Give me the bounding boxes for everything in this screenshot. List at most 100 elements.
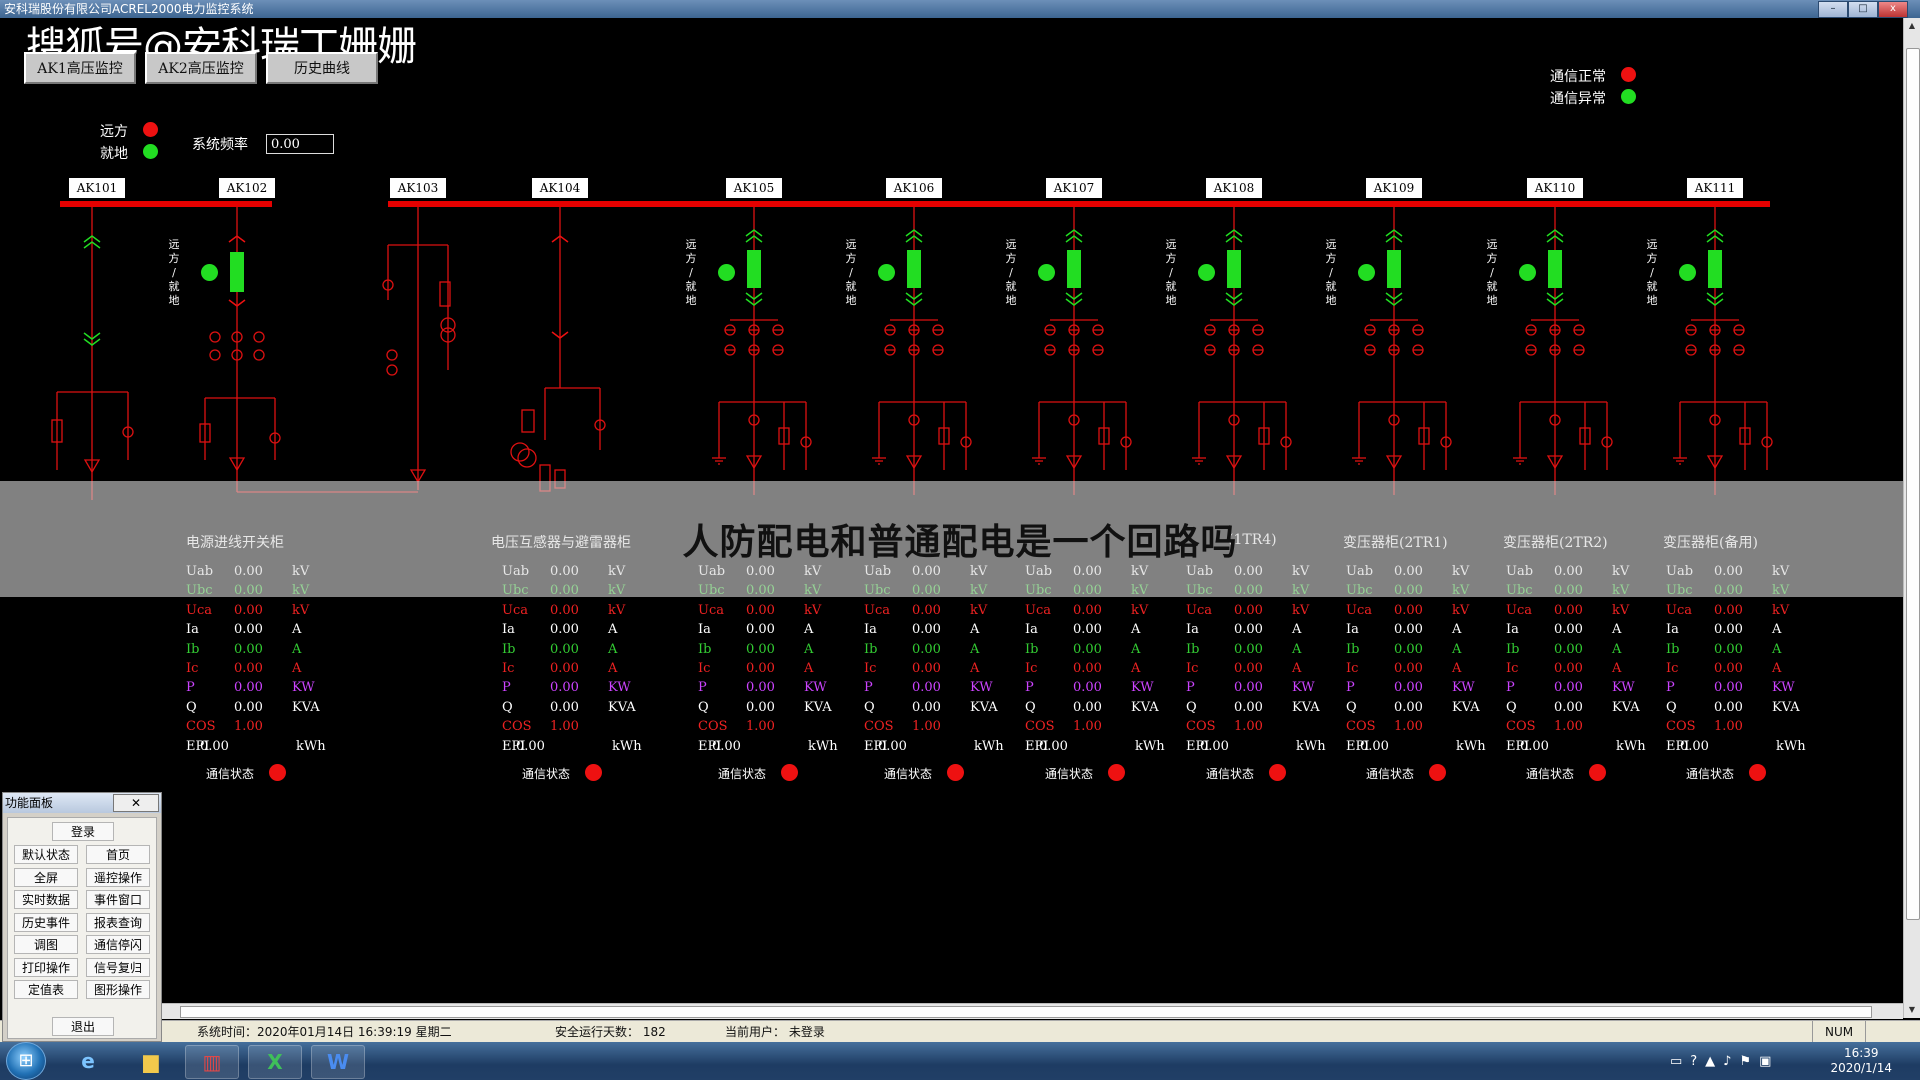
measure-unit: A <box>1452 622 1462 638</box>
measure-label: Ib <box>1506 641 1520 657</box>
horizontal-scrollbar[interactable] <box>160 1003 1903 1019</box>
cabinet-label-ak111[interactable]: AK111 <box>1687 178 1743 198</box>
scroll-up-icon[interactable]: ▲ <box>1904 18 1920 34</box>
measure-unit: kV <box>292 602 310 618</box>
breaker <box>1708 250 1722 288</box>
measure-value: 0.00 <box>234 661 263 676</box>
measure-label: Ia <box>864 622 877 638</box>
excel-icon[interactable]: X <box>248 1045 302 1079</box>
measure-unit: KW <box>1772 680 1795 696</box>
measure-value: 0.00 <box>1073 661 1102 676</box>
comm-status-label: 通信状态 <box>884 767 933 781</box>
measure-value: 0.00 <box>1714 661 1743 676</box>
measure-value: 0.00 <box>1714 680 1743 696</box>
nav-ak2-button[interactable]: AK2高压监控 <box>145 52 257 84</box>
measure-unit: A <box>608 661 618 676</box>
measure-value: 0.00 <box>1714 602 1743 618</box>
horizontal-scroll-thumb[interactable] <box>180 1006 1872 1018</box>
comm-status-indicator <box>1269 764 1286 781</box>
measure-value: 0.00 <box>746 641 775 657</box>
measure-label: Q <box>864 699 875 715</box>
measure-unit: kV <box>970 602 988 618</box>
measure-unit: KW <box>1292 680 1315 696</box>
panel-button[interactable]: 事件窗口 <box>86 890 150 909</box>
panel-button[interactable]: 全屏 <box>14 867 78 887</box>
measure-value: 0.00 <box>550 699 579 715</box>
cabinet-label-ak108[interactable]: AK108 <box>1206 178 1262 198</box>
measure-label: Ia <box>1506 622 1519 638</box>
status-bar: 系统时间：2020年01月14日 16:39:19 星期二 安全运行天数： 18… <box>0 1020 1920 1043</box>
measure-label: P <box>864 680 873 696</box>
measure-label: Uca <box>864 602 890 618</box>
nav-history-button[interactable]: 历史曲线 <box>266 52 378 84</box>
word-icon[interactable]: W <box>311 1045 365 1079</box>
panel-button[interactable]: 调图 <box>14 935 78 954</box>
panel-button[interactable]: 通信停闪 <box>86 935 150 954</box>
panel-button[interactable]: 遥控操作 <box>86 867 150 887</box>
headline: 人防配电和普通配电是一个回路吗 <box>682 522 1238 563</box>
measure-unit: KW <box>1612 680 1635 696</box>
panel-button[interactable]: 信号复归 <box>86 957 150 977</box>
panel-button[interactable]: 定值表 <box>14 980 78 999</box>
taskbar-clock[interactable]: 16:39 2020/1/14 <box>1830 1046 1892 1076</box>
cabinet-label-ak105[interactable]: AK105 <box>726 178 782 198</box>
cabinet-label-ak107[interactable]: AK107 <box>1046 178 1102 198</box>
freq-label: 系统频率 <box>192 137 248 153</box>
system-tray-icons[interactable]: ▭?▲♪⚑▣ <box>1670 1054 1779 1069</box>
breaker <box>1548 250 1562 288</box>
cabinet-label-ak106[interactable]: AK106 <box>886 178 942 198</box>
cabinet-label-ak110[interactable]: AK110 <box>1527 178 1583 198</box>
panel-button[interactable]: 报表查询 <box>86 912 150 932</box>
measure-label: COS <box>698 719 728 735</box>
measure-label: Uca <box>1186 602 1212 618</box>
nav-ak1-button[interactable]: AK1高压监控 <box>24 52 136 84</box>
ct-circle <box>253 331 265 343</box>
ie-browser-icon[interactable]: e <box>62 1045 114 1077</box>
panel-button[interactable]: 打印操作 <box>14 957 78 977</box>
measure-value: 1.00 <box>1714 719 1743 735</box>
function-panel-close-button[interactable]: ✕ <box>113 794 159 812</box>
measure-value: 0.00 <box>1039 738 1068 754</box>
measure-label: Ia <box>698 622 711 638</box>
function-panel-body: 登录 退出 默认状态 首页 全屏 遥控操作 实时数据 事件窗口 历史事件 报表查询 调图 通信停闪… <box>7 817 157 1039</box>
measure-value: 0.00 <box>1073 641 1102 657</box>
measure-value: 0.00 <box>1073 622 1102 638</box>
scroll-down-icon[interactable]: ▼ <box>1904 1002 1920 1018</box>
measure-unit: A <box>970 661 980 676</box>
measure-value: 0.00 <box>1520 738 1549 754</box>
comm-ok-indicator <box>1621 67 1636 82</box>
comm-status-label: 通信状态 <box>206 767 255 781</box>
cabinet-label-ak102[interactable]: AK102 <box>219 178 275 198</box>
panel-button[interactable]: 历史事件 <box>14 912 78 932</box>
cabinet-label-ak101[interactable]: AK101 <box>69 178 125 198</box>
measure-value: 0.00 <box>746 661 775 676</box>
cabinet-label-ak103[interactable]: AK103 <box>390 178 446 198</box>
measure-value: 0.00 <box>746 699 775 715</box>
remote-local-label: 远方 / 就地 <box>685 238 697 307</box>
measure-value: 0.00 <box>1554 661 1583 676</box>
panel-button[interactable]: 图形操作 <box>86 980 150 999</box>
remote-local-state-indicator <box>878 264 895 281</box>
panel-button[interactable]: 默认状态 <box>14 845 78 864</box>
start-button-icon[interactable]: ⊞ <box>6 1042 46 1080</box>
measure-unit: kWh <box>808 738 838 754</box>
panel-exit-button[interactable]: 退出 <box>52 1017 114 1036</box>
measure-value: 0.00 <box>1394 699 1423 715</box>
measure-value: 0.00 <box>516 738 545 754</box>
measure-value: 0.00 <box>234 622 263 638</box>
measure-value: 0.00 <box>550 661 579 676</box>
panel-login-button[interactable]: 登录 <box>52 822 114 841</box>
function-panel: 功能面板 ✕ 登录 退出 默认状态 首页 全屏 遥控操作 实时数据 事件窗口 历史事件 报表查… <box>2 792 162 1042</box>
comm-status-indicator <box>1429 764 1446 781</box>
vertical-scrollbar[interactable]: ▲ ▼ <box>1903 18 1920 1018</box>
acrel-app-icon[interactable]: ▥ <box>185 1045 239 1079</box>
vertical-scroll-thumb[interactable] <box>1906 48 1920 920</box>
measure-unit: kWh <box>974 738 1004 754</box>
measure-value: 0.00 <box>1714 699 1743 715</box>
panel-button[interactable]: 首页 <box>86 845 150 864</box>
measure-unit: A <box>1452 641 1462 657</box>
cabinet-label-ak104[interactable]: AK104 <box>532 178 588 198</box>
cabinet-label-ak109[interactable]: AK109 <box>1366 178 1422 198</box>
panel-button[interactable]: 实时数据 <box>14 890 78 909</box>
folder-icon[interactable]: ▆ <box>125 1045 177 1077</box>
